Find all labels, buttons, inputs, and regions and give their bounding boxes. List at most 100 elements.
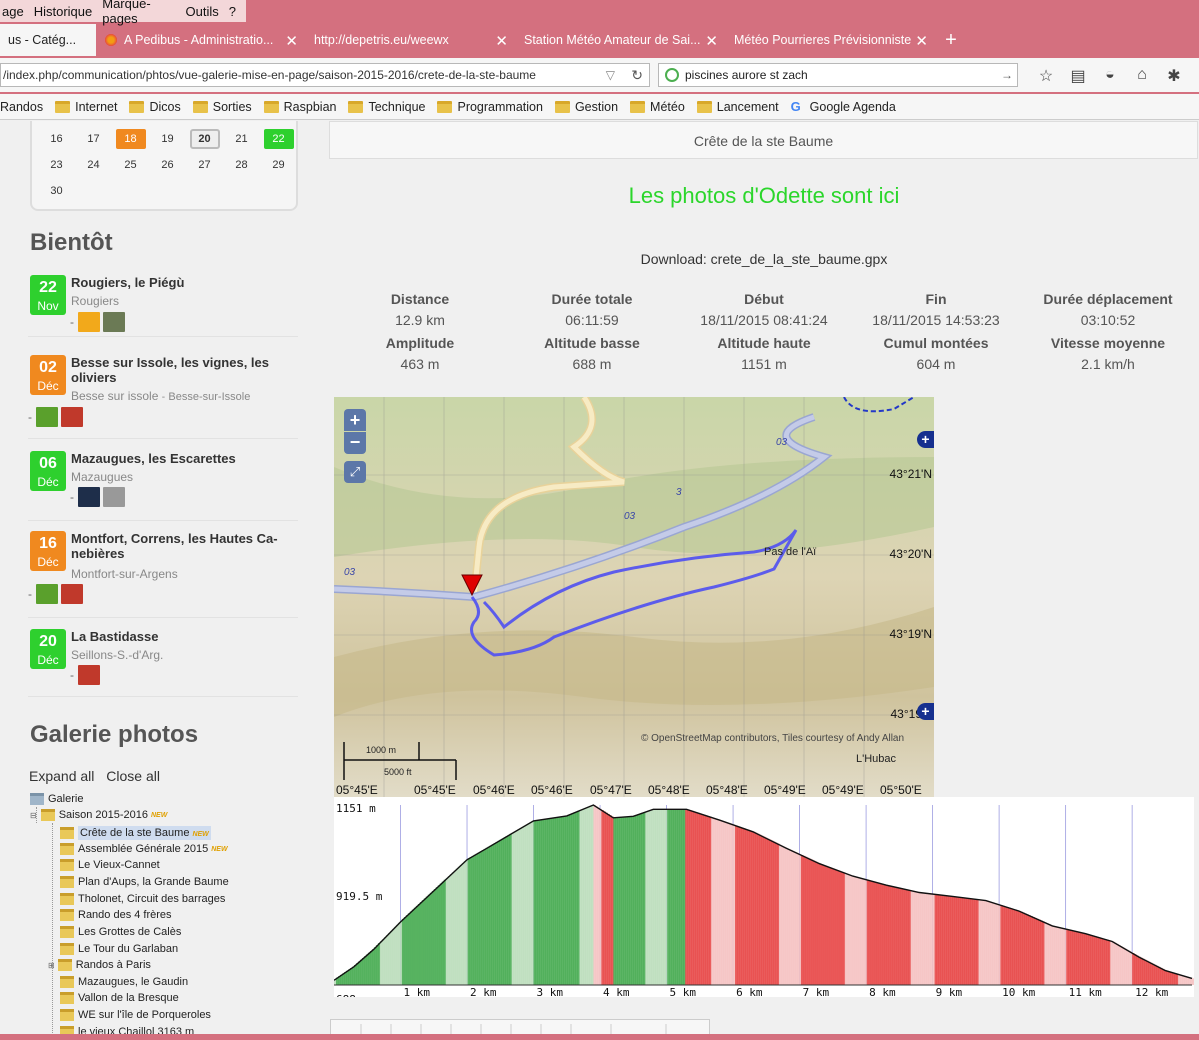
tree-album-selected[interactable]: Crête de la ste Baume NEW: [60, 826, 211, 840]
calendar-day[interactable]: 30: [38, 181, 75, 201]
calendar-day[interactable]: 17: [75, 129, 112, 149]
star-icon[interactable]: ☆: [1030, 66, 1062, 86]
fullscreen-icon[interactable]: ⤢: [344, 461, 366, 483]
event-item[interactable]: 22 Nov Rougiers, le Piégù Rougiers -: [28, 275, 298, 337]
dropdown-icon[interactable]: ▽: [606, 64, 615, 86]
calendar-day[interactable]: 28: [223, 155, 260, 175]
calendar-day-event[interactable]: 18: [115, 129, 146, 149]
elevation-chart[interactable]: 1151 m 919.5 m 688 m 1 km 2 km 3 km 4 km 5 km 6 …: [333, 797, 1195, 1006]
zoom-out-button[interactable]: −: [344, 432, 366, 454]
bookmark-dicos[interactable]: Dicos: [129, 100, 181, 114]
event-title[interactable]: Mazaugues, les Escarettes: [71, 451, 296, 466]
tree-album[interactable]: WE sur l'île de Porqueroles: [60, 1009, 211, 1021]
event-title[interactable]: Montfort, Correns, les Hautes Ca-nebière…: [71, 531, 296, 561]
tree-album[interactable]: ⊞ Randos à Paris: [48, 959, 151, 971]
arrow-right-icon[interactable]: →: [1001, 64, 1013, 86]
bookmark-randos[interactable]: Randos: [0, 100, 43, 114]
bookmark-sorties[interactable]: Sorties: [192, 100, 252, 114]
close-icon[interactable]: ✕: [705, 32, 718, 50]
calendar-day[interactable]: 23: [38, 155, 75, 175]
close-all-link[interactable]: Close all: [106, 768, 160, 784]
event-item[interactable]: 06 Déc Mazaugues, les Escarettes Mazaugu…: [28, 451, 298, 521]
tree-album[interactable]: Tholonet, Circuit des barrages: [60, 893, 225, 905]
tree-root[interactable]: Galerie: [30, 793, 83, 805]
calendar-day[interactable]: 24: [75, 155, 112, 175]
elevation-profile[interactable]: 1151 m 919.5 m 688 m 1 km 2 km 3 km 4 km 5 km 6 …: [333, 797, 1195, 1006]
google-icon: G: [790, 98, 801, 114]
event-title[interactable]: Rougiers, le Piégù: [71, 275, 296, 290]
calendar-day[interactable]: 26: [149, 155, 186, 175]
event-item[interactable]: 02 Déc Besse sur Issole, les vignes, les…: [28, 355, 298, 439]
calendar-day[interactable]: 25: [112, 155, 149, 175]
bookmark-raspbian[interactable]: Raspbian: [263, 100, 336, 114]
tree-album[interactable]: Mazaugues, le Gaudin: [60, 976, 188, 988]
menu-bar: age Historique Marque-pages Outils ?: [0, 0, 246, 26]
menu-affichage[interactable]: age: [2, 4, 24, 19]
new-tab-button[interactable]: +: [936, 24, 966, 56]
expand-icon[interactable]: ⊞: [48, 961, 55, 970]
photos-link[interactable]: Les photos d'Odette sont ici: [320, 183, 1199, 209]
tab-active[interactable]: us - Catég...: [0, 24, 96, 56]
bookmark-internet[interactable]: Internet: [55, 100, 117, 114]
tree-album[interactable]: le vieux Chaillol 3163 m: [60, 1026, 194, 1034]
extension-icon[interactable]: ✱: [1158, 66, 1190, 86]
tab-depetris[interactable]: http://depetris.eu/weewx ✕: [306, 24, 516, 56]
url-bar[interactable]: /index.php/communication/phtos/vue-galer…: [0, 63, 650, 87]
close-icon[interactable]: ✕: [495, 32, 508, 50]
bookmark-lancement[interactable]: Lancement: [696, 100, 779, 114]
bookmark-technique[interactable]: Technique: [348, 100, 425, 114]
tree-album[interactable]: Les Grottes de Calès: [60, 926, 181, 938]
google-search-icon: [665, 68, 679, 82]
tree-album[interactable]: Le Vieux-Cannet: [60, 859, 160, 871]
tree-album[interactable]: Le Tour du Garlaban: [60, 943, 178, 955]
close-icon[interactable]: ✕: [915, 32, 928, 50]
calendar-day[interactable]: 21: [223, 129, 260, 149]
tree-album[interactable]: Rando des 4 frères: [60, 909, 172, 921]
event-title[interactable]: La Bastidasse: [71, 629, 296, 644]
x-tick-label: 4 km: [603, 986, 630, 997]
track-map[interactable]: Pas de l'Aï L'Hubac 03 03 3 03 43°21'N 4…: [334, 397, 934, 797]
menu-historique[interactable]: Historique: [34, 4, 93, 19]
folder-icon: [60, 1009, 74, 1021]
bookmark-gestion[interactable]: Gestion: [554, 100, 618, 114]
folder-icon: [60, 876, 74, 888]
tab-pedibus[interactable]: A Pedibus - Administratio... ✕: [96, 24, 306, 56]
hiker-icon: [36, 407, 58, 427]
layer-switcher-icon[interactable]: +: [917, 431, 934, 448]
bookmark-meteo[interactable]: Météo: [630, 100, 685, 114]
tree-album[interactable]: Plan d'Aups, la Grande Baume: [60, 876, 229, 888]
menu-marque-pages[interactable]: Marque-pages: [102, 0, 175, 26]
bookmark-google-agenda[interactable]: G Google Agenda: [790, 98, 896, 114]
x-tick-label: 1 km: [404, 986, 431, 997]
event-item[interactable]: 20 Déc La Bastidasse Seillons-S.-d'Arg. …: [28, 629, 298, 697]
menu-aide[interactable]: ?: [229, 4, 236, 19]
calendar-day-event[interactable]: 22: [263, 129, 294, 149]
pocket-icon[interactable]: ◒: [1094, 66, 1126, 86]
reload-icon[interactable]: ↻: [631, 64, 643, 86]
home-icon[interactable]: ⌂: [1126, 66, 1158, 86]
calendar-day[interactable]: 19: [149, 129, 186, 149]
download-link[interactable]: Download: crete_de_la_ste_baume.gpx: [320, 251, 1199, 267]
tree-album[interactable]: Vallon de la Bresque: [60, 992, 179, 1004]
search-bar[interactable]: piscines aurore st zach →: [658, 63, 1018, 87]
expand-all-link[interactable]: Expand all: [29, 768, 94, 784]
layer-switcher-icon[interactable]: +: [917, 703, 934, 720]
tab-meteo-pourrieres[interactable]: Météo Pourrieres Prévisionniste ✕: [726, 24, 936, 56]
menu-outils[interactable]: Outils: [186, 4, 219, 19]
close-icon[interactable]: ✕: [285, 32, 298, 50]
collapse-icon[interactable]: ⊟: [30, 811, 37, 820]
event-title[interactable]: Besse sur Issole, les vignes, les olivie…: [71, 355, 296, 385]
event-item[interactable]: 16 Déc Montfort, Correns, les Hautes Ca-…: [28, 531, 298, 618]
calendar-day[interactable]: 16: [38, 129, 75, 149]
calendar-day[interactable]: 27: [186, 155, 223, 175]
reader-icon[interactable]: ▤: [1062, 66, 1094, 86]
tree-album[interactable]: Assemblée Générale 2015 NEW: [60, 843, 228, 855]
calendar-day[interactable]: 29: [260, 155, 297, 175]
map-canvas[interactable]: Pas de l'Aï L'Hubac 03 03 3 03 43°21'N 4…: [334, 397, 934, 797]
bookmark-programmation[interactable]: Programmation: [437, 100, 543, 114]
zoom-in-button[interactable]: +: [344, 409, 366, 431]
search-input[interactable]: piscines aurore st zach: [685, 68, 808, 82]
tab-station-meteo[interactable]: Station Météo Amateur de Sai... ✕: [516, 24, 726, 56]
tree-season[interactable]: ⊟ Saison 2015-2016 NEW: [30, 809, 167, 821]
calendar-day-today[interactable]: 20: [189, 129, 220, 149]
